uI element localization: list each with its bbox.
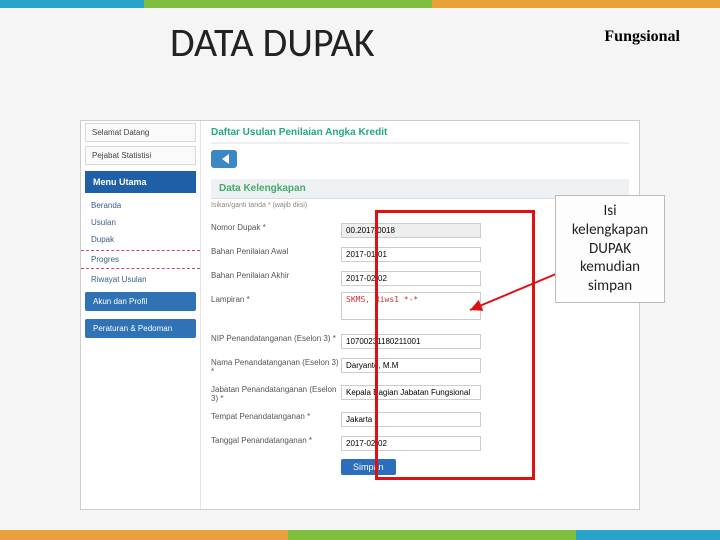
row-tempat: Tempat Penandatanganan * (211, 409, 629, 427)
bstripe-1 (0, 530, 288, 540)
input-nama[interactable] (341, 358, 481, 373)
app-window: Selamat Datang Pejabat Statistisi Menu U… (80, 120, 640, 510)
page-title: DATA DUPAK (170, 18, 375, 67)
slide-tag: Fungsional (604, 28, 680, 46)
row-jabatan: Jabatan Penandatanganan (Eselon 3) * (211, 382, 629, 403)
input-akhir[interactable] (341, 271, 481, 286)
sidebar-role[interactable]: Pejabat Statistisi (85, 146, 196, 165)
input-lampiran[interactable]: SKMS, Riws1 *-* (341, 292, 481, 320)
callout-line-5: simpan (566, 277, 654, 296)
label-tanggal: Tanggal Penandatanganan * (211, 433, 341, 445)
callout-line-3: DUPAK (566, 240, 654, 259)
sidebar-item-riwayat[interactable]: Riwayat Usulan (81, 271, 200, 288)
label-lampiran: Lampiran * (211, 292, 341, 304)
row-save: Simpan (211, 457, 629, 475)
sidebar-item-progres[interactable]: Progres (81, 250, 200, 269)
label-nama: Nama Penandatanganan (Eselon 3) * (211, 355, 341, 376)
sidebar-item-beranda[interactable]: Beranda (81, 197, 200, 214)
input-awal[interactable] (341, 247, 481, 262)
bottom-stripe (0, 530, 720, 540)
sidebar-menu-header: Menu Utama (85, 171, 196, 193)
row-tanggal: Tanggal Penandatanganan * (211, 433, 629, 451)
input-nomor[interactable] (341, 223, 481, 238)
slide-header: DATA DUPAK Fungsional (0, 8, 720, 67)
sidebar: Selamat Datang Pejabat Statistisi Menu U… (81, 121, 201, 509)
save-button[interactable]: Simpan (341, 459, 396, 475)
back-button[interactable] (211, 150, 237, 168)
sidebar-item-usulan[interactable]: Usulan (81, 214, 200, 231)
label-nomor: Nomor Dupak * (211, 220, 341, 232)
bstripe-3 (576, 530, 720, 540)
input-jabatan[interactable] (341, 385, 481, 400)
callout-box: Isi kelengkapan DUPAK kemudian simpan (555, 195, 665, 303)
stripe-2 (144, 0, 432, 8)
label-awal: Bahan Penilaian Awal (211, 244, 341, 256)
input-tempat[interactable] (341, 412, 481, 427)
label-tempat: Tempat Penandatanganan * (211, 409, 341, 421)
sidebar-block-akun[interactable]: Akun dan Profil (85, 292, 196, 311)
callout-line-4: kemudian (566, 258, 654, 277)
input-nip[interactable] (341, 334, 481, 349)
stripe-3 (432, 0, 720, 8)
label-jabatan: Jabatan Penandatanganan (Eselon 3) * (211, 382, 341, 403)
stripe-1 (0, 0, 144, 8)
callout-line-2: kelengkapan (566, 221, 654, 240)
callout-line-1: Isi (566, 202, 654, 221)
sidebar-welcome[interactable]: Selamat Datang (85, 123, 196, 142)
input-tanggal[interactable] (341, 436, 481, 451)
label-akhir: Bahan Penilaian Akhir (211, 268, 341, 280)
breadcrumb: Daftar Usulan Penilaian Angka Kredit (211, 127, 629, 144)
row-nama: Nama Penandatanganan (Eselon 3) * (211, 355, 629, 376)
sidebar-block-pedoman[interactable]: Peraturan & Pedoman (85, 319, 196, 338)
top-stripe (0, 0, 720, 8)
sidebar-item-dupak[interactable]: Dupak (81, 231, 200, 248)
bstripe-2 (288, 530, 576, 540)
main-panel: Daftar Usulan Penilaian Angka Kredit Dat… (201, 121, 639, 509)
row-nip: NIP Penandatanganan (Eselon 3) * (211, 331, 629, 349)
label-nip: NIP Penandatanganan (Eselon 3) * (211, 331, 341, 343)
